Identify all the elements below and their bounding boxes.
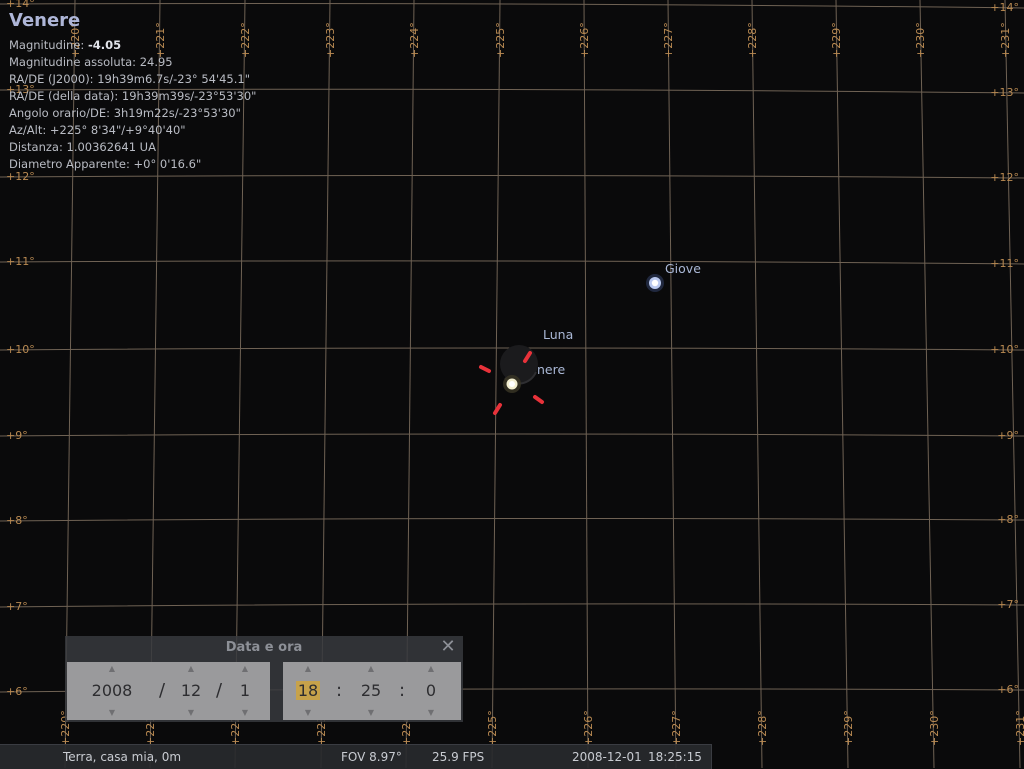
venus-label: nere <box>537 362 566 377</box>
minute-value[interactable]: 25 <box>353 681 389 701</box>
azimuth-grid-line <box>835 0 849 768</box>
info-row-absolute-magnitude: Magnitudine assoluta: 24.95 <box>9 55 173 69</box>
status-date: 2008-12-01 <box>572 750 642 764</box>
azimuth-label-top: +226° <box>578 22 591 58</box>
month-down-icon[interactable]: ▼ <box>171 709 211 717</box>
info-row-radec-date: RA/DE (della data): 19h39m39s/-23°53'30" <box>9 89 257 103</box>
hour-spinner[interactable]: ▲ 18 ▼ <box>291 662 325 720</box>
altitude-label-left: +7° <box>6 600 28 613</box>
info-row-radec-j2000: RA/DE (J2000): 19h39m6.7s/-23° 54'45.1" <box>9 72 251 86</box>
altitude-grid-line <box>0 433 1024 437</box>
altitude-label-right: +13° <box>990 86 1019 99</box>
azimuth-label-top: +224° <box>408 22 421 58</box>
hour-value[interactable]: 18 <box>295 681 321 700</box>
altitude-label-right: +9° <box>997 429 1019 442</box>
azimuth-grid-line <box>919 0 935 768</box>
year-down-icon[interactable]: ▼ <box>77 709 147 717</box>
altitude-grid-line <box>0 260 1024 265</box>
altitude-grid-line <box>0 174 1024 179</box>
status-fps: 25.9 FPS <box>432 750 485 764</box>
dialog-title: Data e ora <box>225 640 303 655</box>
altitude-label-left: +14° <box>6 0 35 10</box>
altitude-label-right: +10° <box>990 343 1019 356</box>
minute-spinner[interactable]: ▲ 25 ▼ <box>353 662 389 720</box>
jupiter-object[interactable] <box>646 274 664 292</box>
azimuth-grid-line <box>667 0 677 768</box>
info-row-apparent-diameter: Diametro Apparente: +0° 0'16.6" <box>9 157 202 171</box>
status-time: 18:25:15 <box>648 750 702 764</box>
second-down-icon[interactable]: ▼ <box>415 709 447 717</box>
minute-up-icon[interactable]: ▲ <box>353 665 389 673</box>
altitude-label-right: +8° <box>997 513 1019 526</box>
azimuth-grid-line <box>491 0 501 768</box>
azimuth-label-top: +227° <box>662 22 675 58</box>
moon-label: Luna <box>543 327 574 342</box>
close-icon[interactable]: ✕ <box>439 638 457 656</box>
object-name: Venere <box>9 10 81 31</box>
altitude-label-left: +6° <box>6 685 28 698</box>
azimuth-label-top: +231° <box>999 22 1012 58</box>
jupiter-label: Giove <box>665 261 701 276</box>
altitude-label-right: +11° <box>990 257 1019 270</box>
second-value[interactable]: 0 <box>415 681 447 701</box>
day-value[interactable]: 1 <box>229 681 261 701</box>
date-time-dialog: Data e ora ✕ ▲ 2008 ▼ / ▲ 12 ▼ / ▲ 1 ▼ ▲… <box>65 636 463 722</box>
altitude-label-left: +8° <box>6 514 28 527</box>
date-separator: / <box>216 680 223 701</box>
hour-up-icon[interactable]: ▲ <box>291 665 325 673</box>
azimuth-label-top: +230° <box>914 22 927 58</box>
time-separator: : <box>399 680 406 701</box>
azimuth-label-top: +229° <box>830 22 843 58</box>
altitude-grid-line <box>0 603 1024 608</box>
azimuth-label-top: +225° <box>494 22 507 58</box>
date-separator: / <box>159 680 166 701</box>
azimuth-label-bottom: +227° <box>670 710 683 746</box>
info-row-hour-angle: Angolo orario/DE: 3h19m22s/-23°53'30" <box>9 106 241 120</box>
info-row-magnitude: Magnitudine: -4.05 <box>9 38 122 52</box>
year-spinner[interactable]: ▲ 2008 ▼ <box>77 662 147 720</box>
azimuth-label-bottom: +226° <box>582 710 595 746</box>
hour-down-icon[interactable]: ▼ <box>291 709 325 717</box>
day-down-icon[interactable]: ▼ <box>229 709 261 717</box>
status-bar: Terra, casa mia, 0m FOV 8.97° 25.9 FPS 2… <box>0 744 712 769</box>
altitude-label-right: +14° <box>990 1 1019 14</box>
azimuth-grid-line <box>1004 0 1021 768</box>
info-row-azalt: Az/Alt: +225° 8'34"/+9°40'40" <box>9 123 186 137</box>
azimuth-label-bottom: +231° <box>1014 710 1024 746</box>
time-separator: : <box>336 680 343 701</box>
azimuth-grid-line <box>583 0 589 768</box>
day-spinner[interactable]: ▲ 1 ▼ <box>229 662 261 720</box>
altitude-label-left: +9° <box>6 429 28 442</box>
azimuth-label-top: +228° <box>746 22 759 58</box>
altitude-label-right: +6° <box>997 683 1019 696</box>
month-up-icon[interactable]: ▲ <box>171 665 211 673</box>
azimuth-label-top: +223° <box>324 22 337 58</box>
altitude-label-left: +11° <box>6 255 35 268</box>
altitude-grid-line <box>0 3 1024 9</box>
altitude-label-right: +7° <box>997 598 1019 611</box>
azimuth-label-bottom: +225° <box>486 710 499 746</box>
status-fov: FOV 8.97° <box>341 750 402 764</box>
azimuth-grid-line <box>751 0 763 768</box>
azimuth-label-bottom: +230° <box>928 710 941 746</box>
year-value[interactable]: 2008 <box>77 681 147 701</box>
day-up-icon[interactable]: ▲ <box>229 665 261 673</box>
month-spinner[interactable]: ▲ 12 ▼ <box>171 662 211 720</box>
second-spinner[interactable]: ▲ 0 ▼ <box>415 662 447 720</box>
altitude-label-left: +10° <box>6 343 35 356</box>
status-location: Terra, casa mia, 0m <box>63 750 182 764</box>
year-up-icon[interactable]: ▲ <box>77 665 147 673</box>
info-row-distance: Distanza: 1.00362641 UA <box>9 140 156 154</box>
date-box: ▲ 2008 ▼ / ▲ 12 ▼ / ▲ 1 ▼ <box>67 662 270 720</box>
time-box: ▲ 18 ▼ : ▲ 25 ▼ : ▲ 0 ▼ <box>283 662 461 720</box>
object-info-panel: Venere Magnitudine: -4.05 Magnitudine as… <box>9 10 256 173</box>
azimuth-label-bottom: +229° <box>842 710 855 746</box>
altitude-label-right: +12° <box>990 171 1019 184</box>
second-up-icon[interactable]: ▲ <box>415 665 447 673</box>
venus-object[interactable] <box>503 375 521 393</box>
month-value[interactable]: 12 <box>171 681 211 701</box>
azimuth-label-bottom: +228° <box>756 710 769 746</box>
minute-down-icon[interactable]: ▼ <box>353 709 389 717</box>
